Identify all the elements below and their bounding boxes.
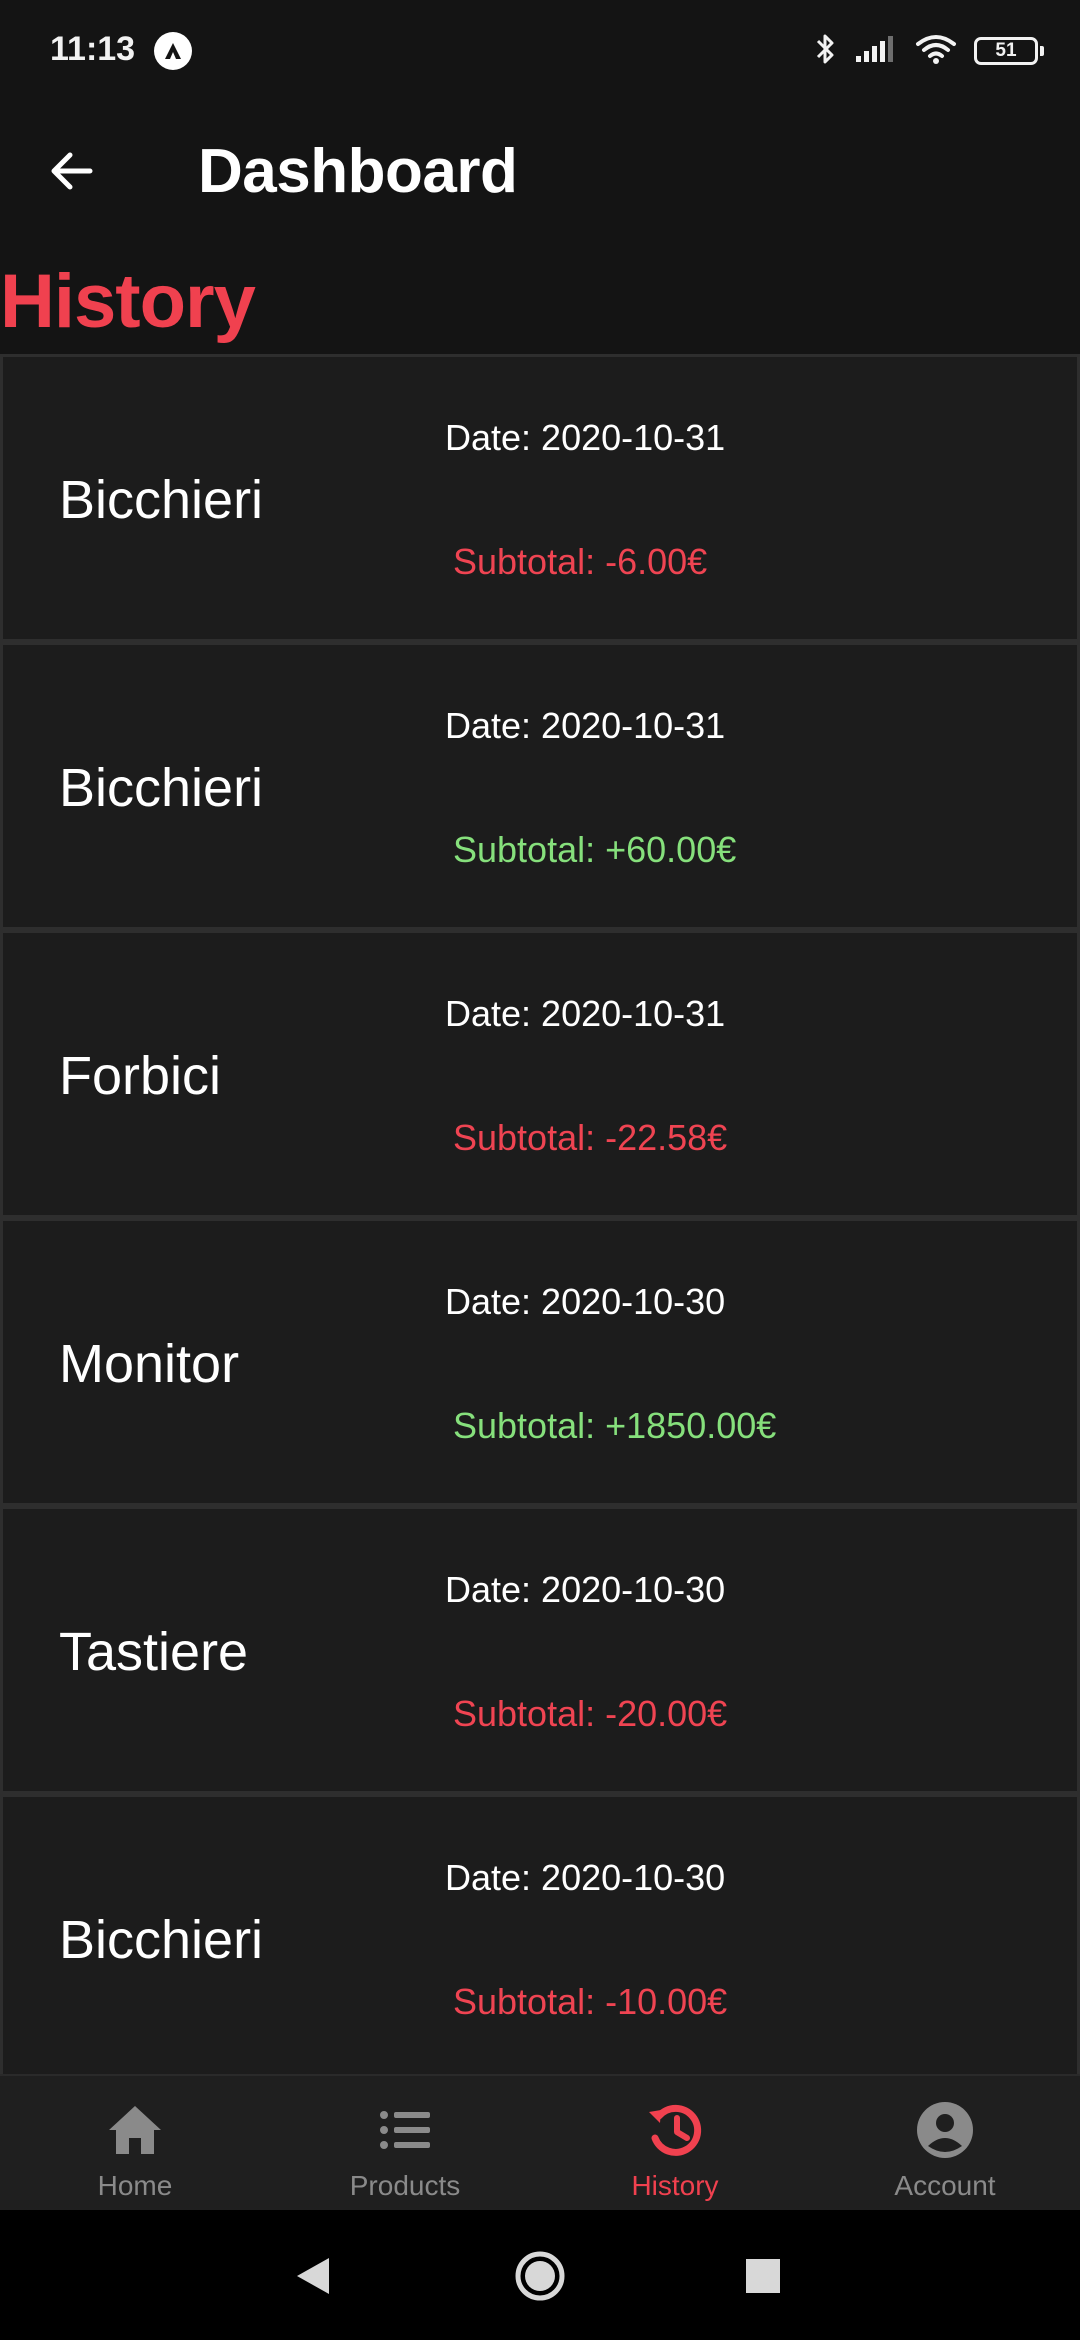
account-icon: [917, 2102, 973, 2158]
item-date: Date: 2020-10-31: [445, 705, 726, 746]
item-subtotal: Subtotal: +60.00€: [453, 829, 737, 870]
wifi-icon: [914, 33, 958, 70]
section-title: History: [0, 259, 256, 344]
app-bar: Dashboard: [0, 100, 1080, 252]
item-name: Forbici: [59, 1046, 222, 1106]
nav-label-history: History: [631, 2170, 719, 2201]
item-subtotal: Subtotal: -20.00€: [453, 1693, 728, 1734]
item-date: Date: 2020-10-30: [445, 1281, 726, 1322]
item-subtotal: Subtotal: -10.00€: [453, 1981, 728, 2022]
system-navigation-bar: [0, 2210, 1080, 2340]
item-name: Bicchieri: [59, 1910, 264, 1970]
history-card[interactable]: Tastiere Date: 2020-10-30 Subtotal: -20.…: [0, 1506, 1080, 1794]
home-icon: [109, 2106, 161, 2154]
app-notification-icon: [154, 32, 192, 70]
history-list[interactable]: Bicchieri Date: 2020-10-31 Subtotal: -6.…: [0, 354, 1080, 2074]
item-name: Bicchieri: [59, 470, 264, 530]
item-subtotal: Subtotal: +1850.00€: [453, 1405, 777, 1446]
item-subtotal: Subtotal: -22.58€: [453, 1117, 728, 1158]
history-card[interactable]: Bicchieri Date: 2020-10-31 Subtotal: -6.…: [0, 354, 1080, 642]
nav-item-products[interactable]: Products: [270, 2076, 540, 2212]
status-bar: 11:13 51: [0, 0, 1080, 100]
system-home-icon[interactable]: [510, 2246, 570, 2306]
item-name: Bicchieri: [59, 758, 264, 818]
item-subtotal: Subtotal: -6.00€: [453, 541, 708, 582]
signal-icon: [854, 34, 898, 69]
item-date: Date: 2020-10-30: [445, 1569, 726, 1610]
battery-icon: 51: [974, 37, 1044, 65]
nav-label-home: Home: [97, 2170, 173, 2201]
system-recents-icon[interactable]: [733, 2246, 793, 2306]
list-icon: [380, 2111, 430, 2149]
page-title: Dashboard: [198, 137, 518, 206]
history-card[interactable]: Bicchieri Date: 2020-10-31 Subtotal: +60…: [0, 642, 1080, 930]
item-date: Date: 2020-10-31: [445, 417, 726, 458]
nav-item-history[interactable]: History: [540, 2076, 810, 2212]
item-name: Tastiere: [59, 1622, 249, 1682]
history-icon: [649, 2104, 702, 2156]
bottom-navigation: Home Products History Account: [0, 2074, 1080, 2210]
nav-label-account: Account: [894, 2170, 996, 2201]
system-back-icon[interactable]: [283, 2246, 343, 2306]
history-card[interactable]: Bicchieri Date: 2020-10-30 Subtotal: -10…: [0, 1794, 1080, 2074]
history-card[interactable]: Forbici Date: 2020-10-31 Subtotal: -22.5…: [0, 930, 1080, 1218]
nav-item-account[interactable]: Account: [810, 2076, 1080, 2212]
item-date: Date: 2020-10-31: [445, 993, 726, 1034]
nav-label-products: Products: [349, 2170, 461, 2201]
status-time: 11:13: [50, 30, 136, 68]
history-card[interactable]: Monitor Date: 2020-10-30 Subtotal: +1850…: [0, 1218, 1080, 1506]
arrow-left-icon: [51, 152, 93, 190]
nav-item-home[interactable]: Home: [0, 2076, 270, 2212]
bluetooth-icon: [814, 31, 838, 72]
item-date: Date: 2020-10-30: [445, 1857, 726, 1898]
item-name: Monitor: [59, 1334, 240, 1394]
back-button[interactable]: [36, 136, 106, 206]
status-icons: 51: [814, 30, 1044, 72]
